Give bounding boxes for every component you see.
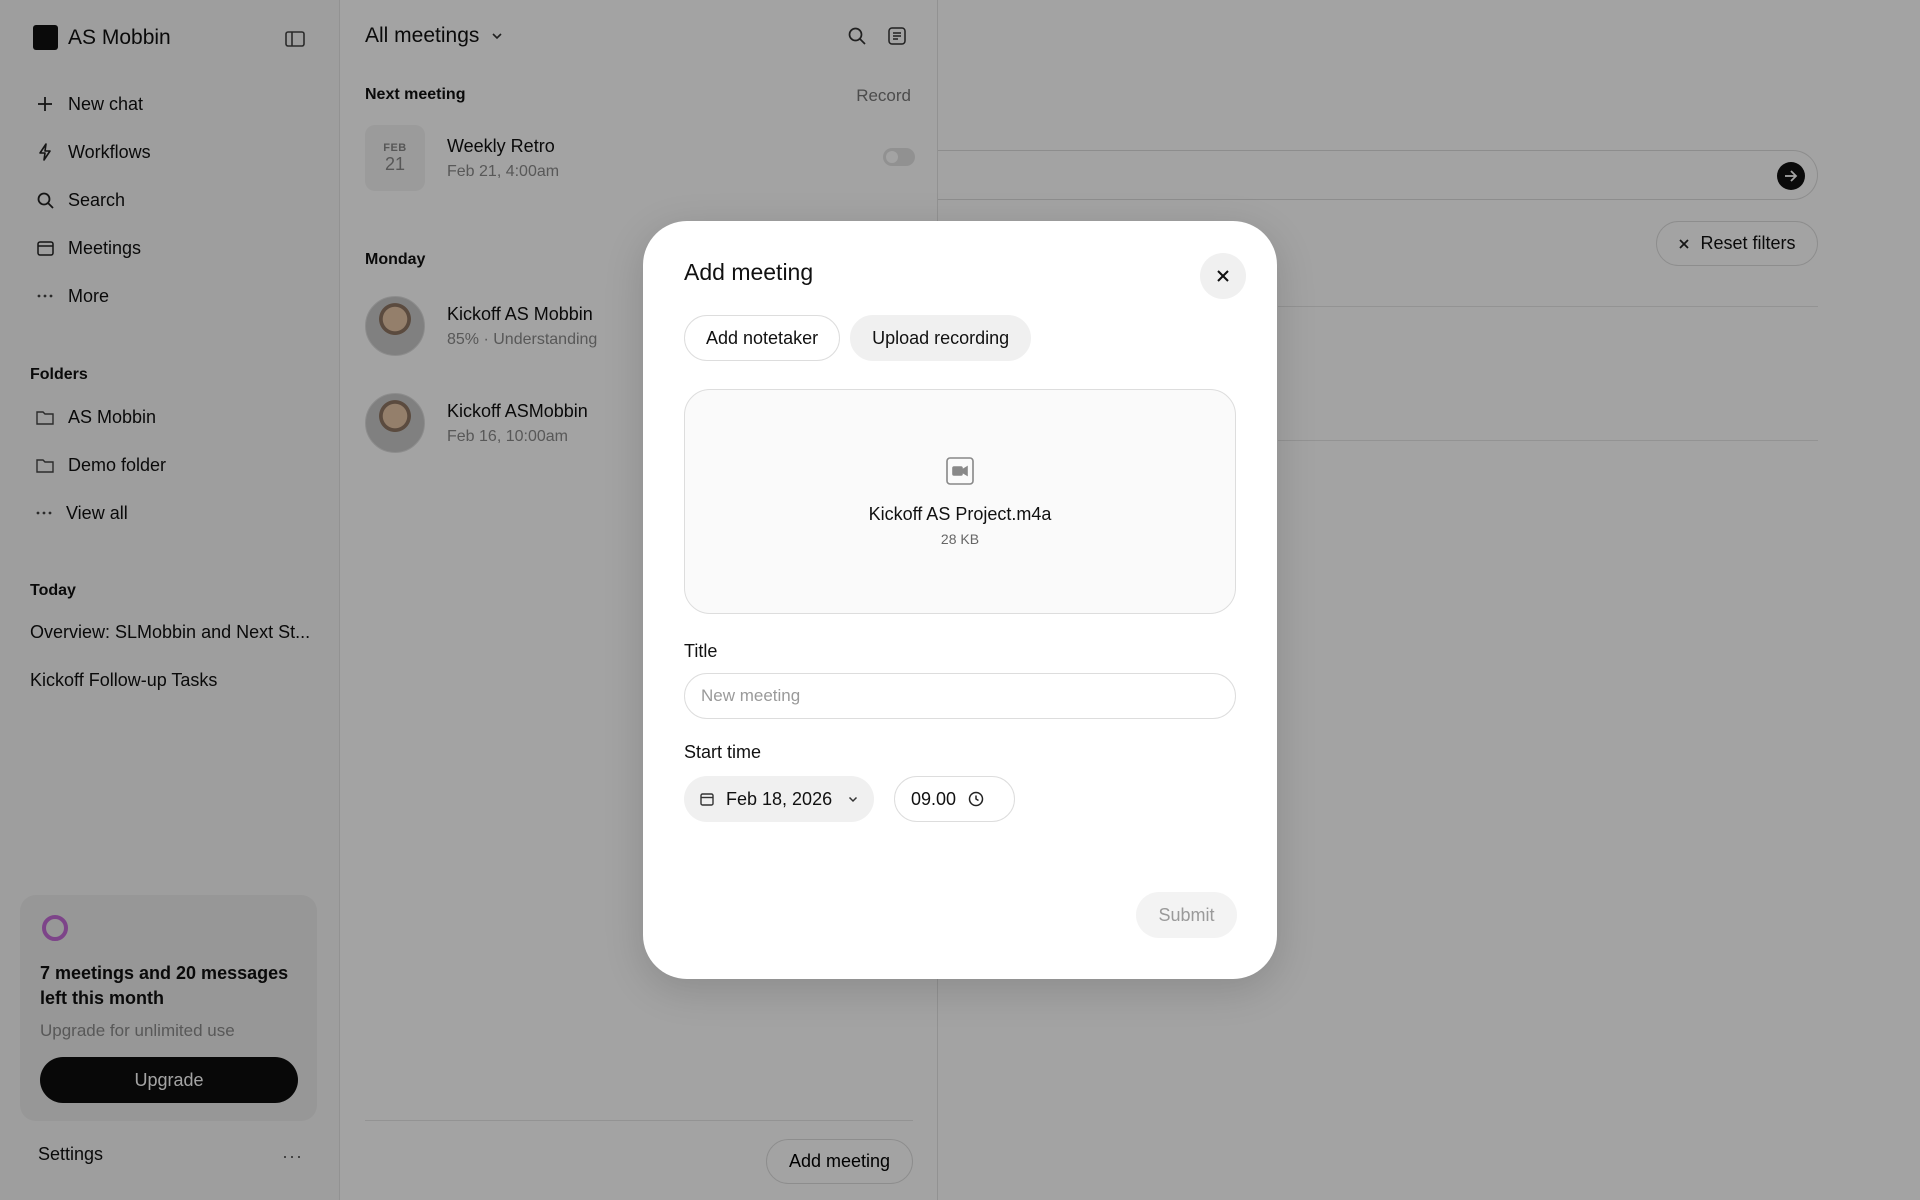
title-label: Title: [684, 641, 718, 661]
close-dialog-button[interactable]: [1200, 253, 1246, 299]
tab-upload-recording[interactable]: Upload recording: [850, 315, 1032, 361]
video-file-icon: [945, 456, 975, 486]
file-drop-zone[interactable]: Kickoff AS Project.m4a 28 KB: [684, 389, 1236, 614]
date-picker[interactable]: Feb 18, 2026: [684, 776, 874, 822]
chevron-down-icon: [848, 796, 858, 803]
mode-tabs: Add notetaker Upload recording: [684, 315, 1032, 361]
time-input[interactable]: 09.00: [894, 776, 1015, 822]
tab-add-notetaker[interactable]: Add notetaker: [684, 315, 841, 361]
close-icon: [1216, 269, 1230, 283]
start-time-label: Start time: [684, 742, 762, 762]
title-input[interactable]: [684, 673, 1236, 719]
calendar-icon: [700, 792, 714, 806]
clock-icon: [968, 791, 984, 807]
add-meeting-dialog: Add meeting Add notetaker Upload recordi…: [643, 221, 1277, 979]
date-value: Feb 18, 2026: [726, 788, 833, 809]
dialog-title: Add meeting: [684, 259, 814, 285]
time-value: 09.00: [911, 788, 957, 809]
file-name: Kickoff AS Project.m4a: [868, 504, 1052, 524]
file-size: 28 KB: [940, 531, 980, 547]
submit-button[interactable]: Submit: [1136, 892, 1237, 938]
